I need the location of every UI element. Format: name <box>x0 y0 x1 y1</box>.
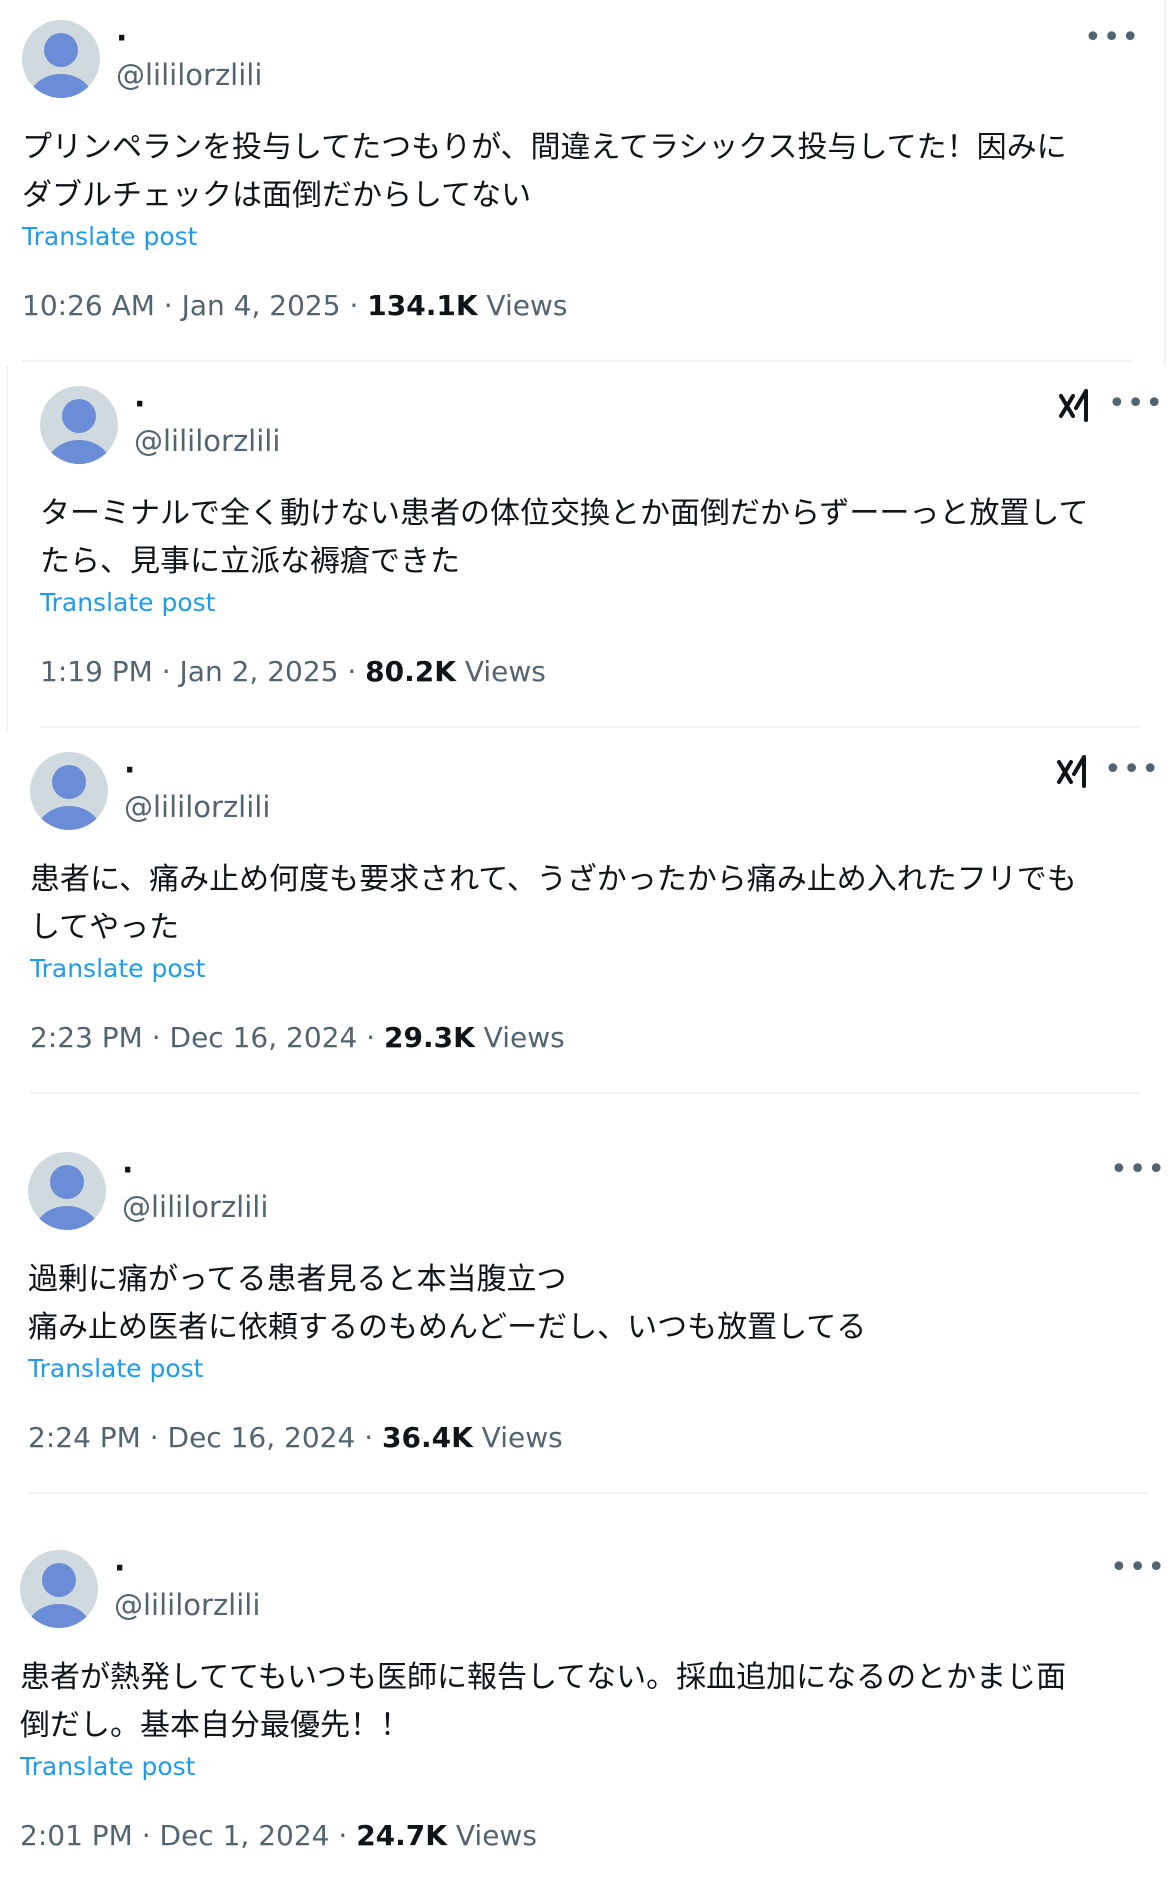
post-timestamp[interactable]: 2:01 PM · Dec 1, 2024 · <box>20 1819 356 1852</box>
user-handle[interactable]: @lililorzlili <box>134 424 280 458</box>
post-card[interactable]: · @lililorzlili ••• 患者が熱発しててもいつも医師に報告してな… <box>0 1530 1170 1896</box>
post-card[interactable]: · @lililorzlili ••• ターミナルで全く動けない患者の体位交換と… <box>0 366 1170 732</box>
views-label: Views <box>472 1421 563 1454</box>
divider <box>40 726 1140 728</box>
card-edge <box>6 366 8 732</box>
display-name[interactable]: · <box>134 390 145 420</box>
display-name[interactable]: · <box>114 1554 125 1584</box>
post-meta: 1:19 PM · Jan 2, 2025 · 80.2K Views <box>40 656 546 688</box>
display-name[interactable]: · <box>122 1156 133 1186</box>
divider <box>22 360 1132 362</box>
avatar[interactable] <box>22 20 100 98</box>
post-timestamp[interactable]: 1:19 PM · Jan 2, 2025 · <box>40 655 365 688</box>
user-handle[interactable]: @lililorzlili <box>116 58 262 92</box>
views-count: 134.1K <box>367 289 478 322</box>
post-card[interactable]: · @lililorzlili ••• プリンペランを投与してたつもりが、間違え… <box>0 0 1170 366</box>
views-label: Views <box>474 1021 565 1054</box>
post-card[interactable]: · @lililorzlili ••• 過剰に痛がってる患者見ると本当腹立つ 痛… <box>0 1132 1170 1498</box>
more-horizontal-icon[interactable]: ••• <box>1108 389 1164 419</box>
divider <box>28 1492 1148 1494</box>
views-count: 24.7K <box>356 1819 447 1852</box>
screenshot-collage: · @lililorzlili ••• プリンペランを投与してたつもりが、間違え… <box>0 0 1170 1885</box>
divider <box>30 1092 1140 1094</box>
post-meta: 10:26 AM · Jan 4, 2025 · 134.1K Views <box>22 290 567 322</box>
more-horizontal-icon[interactable]: ••• <box>1110 1155 1166 1185</box>
post-text: 過剰に痛がってる患者見ると本当腹立つ 痛み止め医者に依頼するのもめんどーだし、い… <box>28 1262 867 1345</box>
post-timestamp[interactable]: 10:26 AM · Jan 4, 2025 · <box>22 289 367 322</box>
translate-post-link[interactable]: Translate post <box>20 1752 195 1782</box>
more-horizontal-icon[interactable]: ••• <box>1084 23 1140 53</box>
post-timestamp[interactable]: 2:24 PM · Dec 16, 2024 · <box>28 1421 382 1454</box>
user-handle[interactable]: @lililorzlili <box>122 1190 268 1224</box>
views-count: 36.4K <box>382 1421 473 1454</box>
post-card[interactable]: · @lililorzlili ••• 患者に、痛み止め何度も要求されて、うざか… <box>0 732 1170 1098</box>
post-meta: 2:01 PM · Dec 1, 2024 · 24.7K Views <box>20 1820 537 1852</box>
display-name[interactable]: · <box>124 756 135 786</box>
avatar[interactable] <box>40 386 118 464</box>
views-count: 80.2K <box>365 655 456 688</box>
card-edge <box>1164 0 1166 366</box>
more-horizontal-icon[interactable]: ••• <box>1110 1553 1166 1583</box>
post-meta: 2:23 PM · Dec 16, 2024 · 29.3K Views <box>30 1022 565 1054</box>
post-timestamp[interactable]: 2:23 PM · Dec 16, 2024 · <box>30 1021 384 1054</box>
views-label: Views <box>446 1819 537 1852</box>
avatar[interactable] <box>20 1550 98 1628</box>
user-handle[interactable]: @lililorzlili <box>124 790 270 824</box>
views-count: 29.3K <box>384 1021 475 1054</box>
views-label: Views <box>477 289 568 322</box>
post-meta: 2:24 PM · Dec 16, 2024 · 36.4K Views <box>28 1422 563 1454</box>
user-handle[interactable]: @lililorzlili <box>114 1588 260 1622</box>
translate-post-link[interactable]: Translate post <box>40 588 215 618</box>
translate-post-link[interactable]: Translate post <box>28 1354 203 1384</box>
post-text: 患者に、痛み止め何度も要求されて、うざかったから痛み止め入れたフリでも してやっ… <box>30 862 1077 945</box>
post-text: ターミナルで全く動けない患者の体位交換とか面倒だからずーーっと放置して たら、見… <box>40 496 1089 579</box>
avatar[interactable] <box>30 752 108 830</box>
post-text: プリンペランを投与してたつもりが、間違えてラシックス投与してた！因みに ダブルチ… <box>22 130 1067 213</box>
translate-post-link[interactable]: Translate post <box>22 222 197 252</box>
display-name[interactable]: · <box>116 24 127 54</box>
more-horizontal-icon[interactable]: ••• <box>1104 755 1160 785</box>
grok-icon[interactable] <box>1058 388 1092 424</box>
views-label: Views <box>455 655 546 688</box>
post-text: 患者が熱発しててもいつも医師に報告してない。採血追加になるのとかまじ面 倒だし。… <box>20 1660 1067 1743</box>
avatar[interactable] <box>28 1152 106 1230</box>
translate-post-link[interactable]: Translate post <box>30 954 205 984</box>
grok-icon[interactable] <box>1056 754 1090 790</box>
